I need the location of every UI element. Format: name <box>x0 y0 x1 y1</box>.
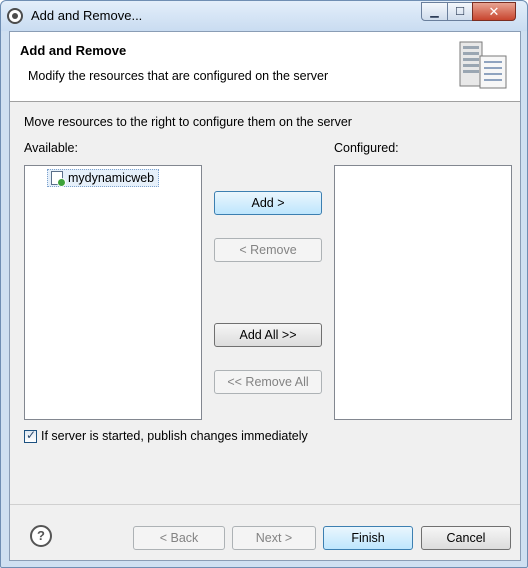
add-all-button[interactable]: Add All >> <box>214 323 322 347</box>
title-bar[interactable]: Add and Remove... ▁ ☐ ✕ <box>1 1 527 31</box>
server-icon <box>459 41 507 89</box>
remove-all-button[interactable]: << Remove All <box>214 370 322 394</box>
help-icon[interactable]: ? <box>30 525 52 547</box>
page-title: Add and Remove <box>20 43 127 58</box>
wizard-header: Add and Remove Modify the resources that… <box>10 32 520 102</box>
wizard-body: Move resources to the right to configure… <box>10 103 520 493</box>
dialog-window: Add and Remove... ▁ ☐ ✕ Add and Remove M… <box>0 0 528 568</box>
window-title: Add and Remove... <box>31 8 143 23</box>
publish-checkbox-label: If server is started, publish changes im… <box>41 429 308 443</box>
list-item-label: mydynamicweb <box>68 171 155 185</box>
maximize-button[interactable]: ☐ <box>447 2 473 21</box>
eclipse-icon <box>7 8 23 24</box>
remove-button[interactable]: < Remove <box>214 238 322 262</box>
publish-checkbox[interactable] <box>24 428 37 443</box>
footer-divider <box>10 504 520 505</box>
configured-list[interactable] <box>334 165 512 420</box>
cancel-button[interactable]: Cancel <box>421 526 511 550</box>
instruction-text: Move resources to the right to configure… <box>24 115 352 129</box>
back-button[interactable]: < Back <box>133 526 225 550</box>
minimize-icon: ▁ <box>430 6 439 18</box>
configured-label: Configured: <box>334 141 399 155</box>
add-button[interactable]: Add > <box>214 191 322 215</box>
close-icon: ✕ <box>488 3 500 19</box>
list-item[interactable]: mydynamicweb <box>47 169 160 187</box>
page-description: Modify the resources that are configured… <box>28 69 329 83</box>
close-button[interactable]: ✕ <box>472 2 516 21</box>
web-project-icon <box>51 171 66 187</box>
minimize-button[interactable]: ▁ <box>421 2 448 21</box>
finish-button[interactable]: Finish <box>323 526 413 550</box>
available-label: Available: <box>24 141 78 155</box>
maximize-icon: ☐ <box>455 6 465 18</box>
available-list[interactable]: mydynamicweb <box>24 165 202 420</box>
dialog-client: Add and Remove Modify the resources that… <box>9 31 521 561</box>
next-button[interactable]: Next > <box>232 526 316 550</box>
